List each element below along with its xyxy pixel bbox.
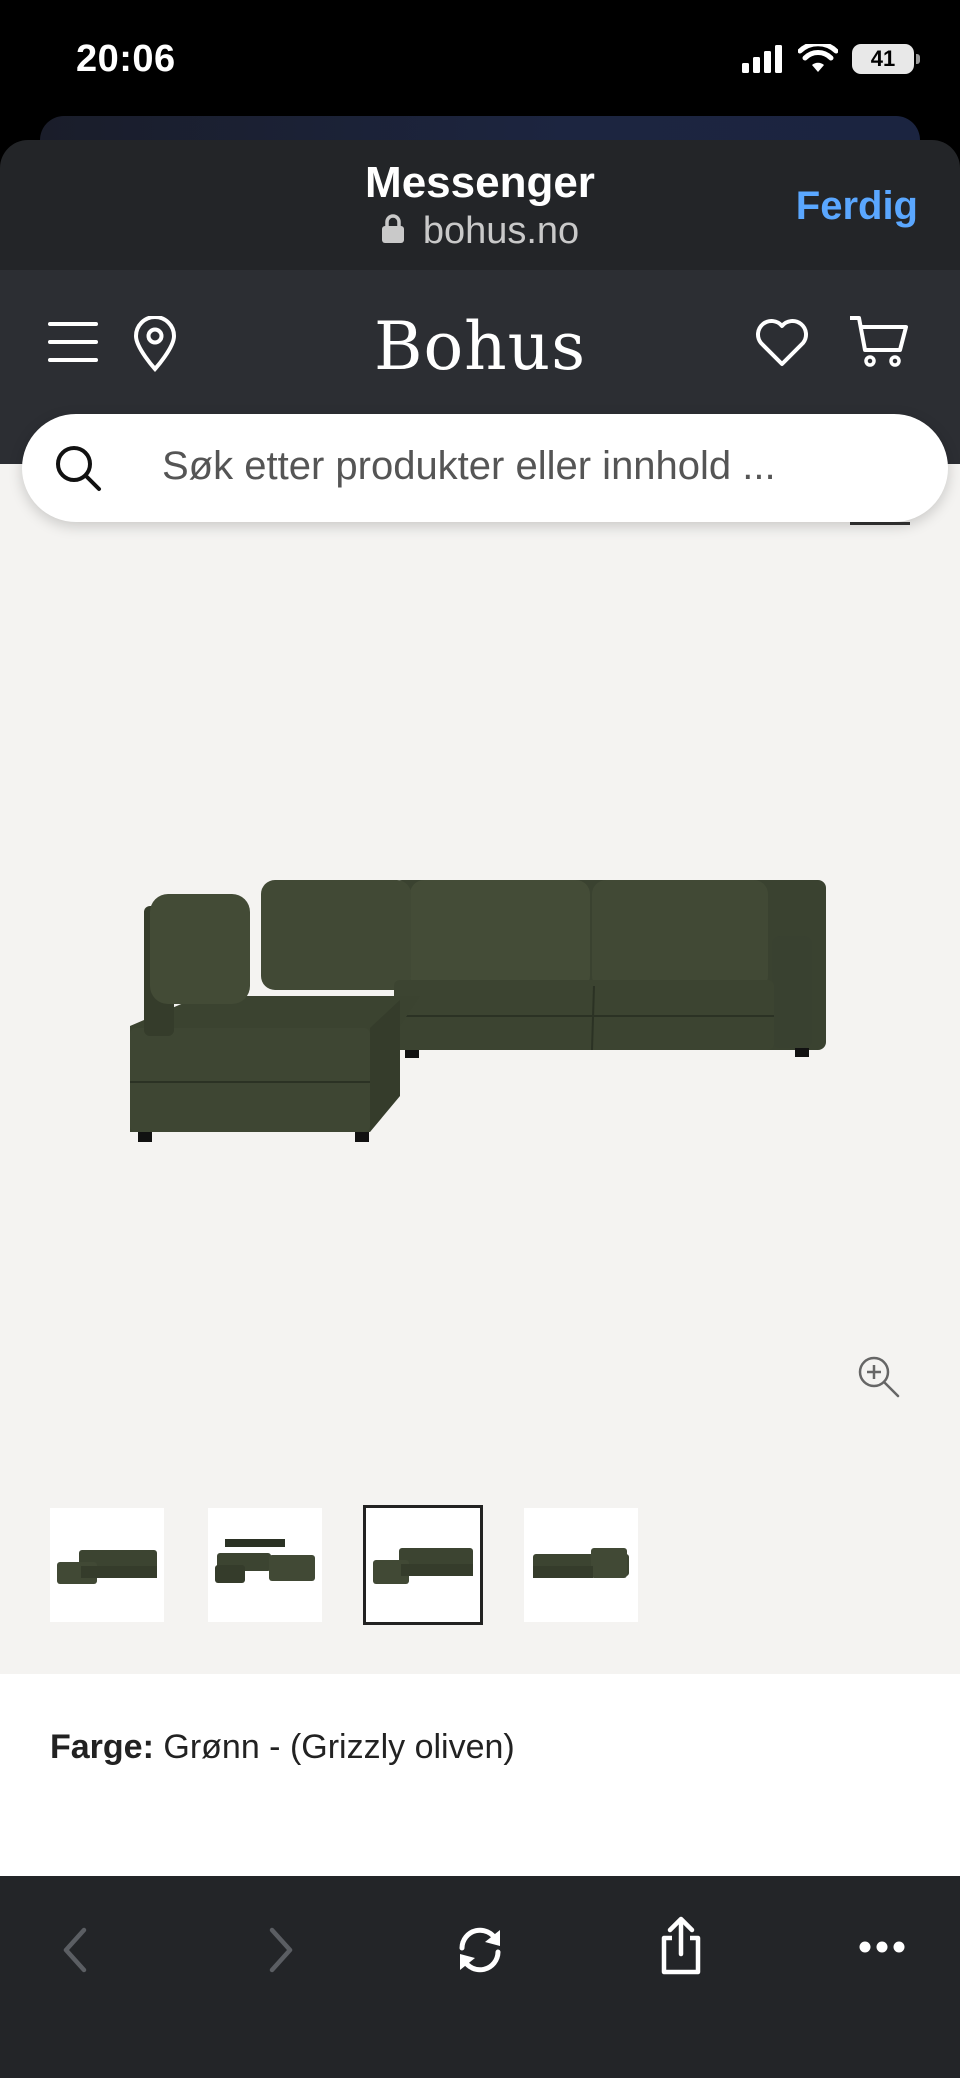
filter-underline [850,522,910,525]
sofa-thumbnail-image [57,1550,157,1584]
signal-icon [742,45,782,73]
reload-icon[interactable] [454,1924,506,1976]
status-bar: 20:06 41 [0,0,960,120]
browser-toolbar [0,1876,960,2078]
battery-icon: 41 [852,44,920,74]
cart-icon[interactable] [848,314,910,370]
sofa-bed-thumbnail-image [215,1539,315,1583]
url-text: bohus.no [422,210,580,252]
product-info: Farge: Grønn - (Grizzly oliven) [0,1674,960,1876]
color-value: Grønn - (Grizzly oliven) [163,1728,515,1766]
search-input[interactable]: Søk etter produkter eller innhold ... [22,414,948,522]
color-label: Farge: [50,1728,154,1766]
browser-sheet-header: Messenger bohus.no Ferdig [0,140,960,270]
search-placeholder: Søk etter produkter eller innhold ... [162,444,776,488]
thumbnail-2[interactable] [208,1508,322,1622]
share-icon[interactable] [658,1916,704,1976]
sofa-thumbnail-image [373,1548,473,1584]
thumbnail-3-selected[interactable] [363,1505,483,1625]
status-time: 20:06 [76,38,176,80]
back-icon[interactable] [60,1924,90,1976]
product-image-sofa[interactable] [130,860,830,1180]
site-logo[interactable]: Bohus [0,308,960,385]
more-icon[interactable] [858,1940,906,1954]
sofa-thumbnail-image [533,1548,629,1578]
wifi-icon [798,44,838,72]
forward-icon[interactable] [266,1924,296,1976]
search-icon [56,446,101,491]
done-button[interactable]: Ferdig [796,184,918,229]
battery-level: 41 [870,46,896,71]
image-thumbnails [50,1505,638,1625]
color-option: Farge: Grønn - (Grizzly oliven) [50,1728,515,1767]
zoom-icon[interactable] [856,1354,902,1400]
thumbnail-1[interactable] [50,1508,164,1622]
heart-icon[interactable] [755,318,809,368]
status-icons: 41 [742,44,920,74]
thumbnail-4[interactable] [524,1508,638,1622]
lock-icon [381,214,404,243]
